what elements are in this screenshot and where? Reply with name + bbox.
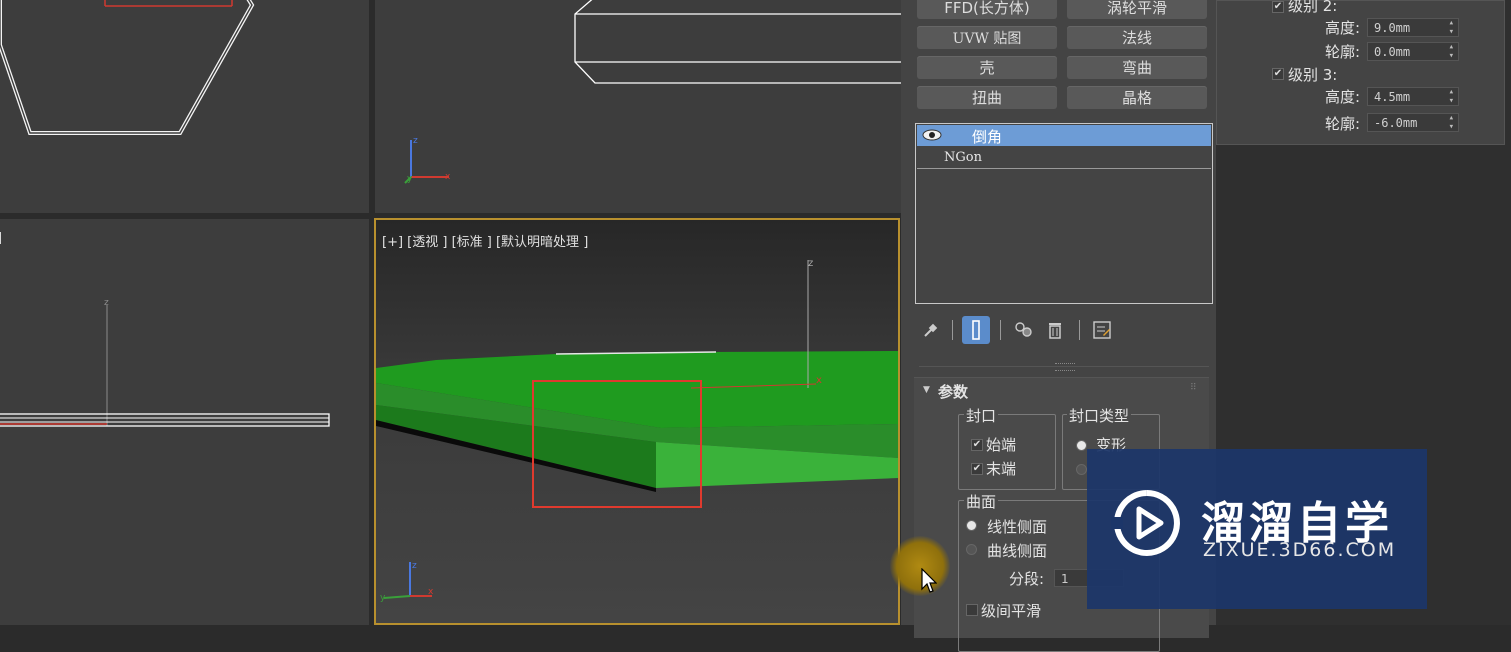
level3-outline-label: 轮廓:: [1325, 115, 1361, 133]
pin-icon[interactable]: [917, 316, 945, 344]
cap-end-checkbox[interactable]: ✔: [971, 463, 983, 475]
smooth-across-levels-checkbox[interactable]: [966, 604, 978, 616]
show-end-result-icon[interactable]: [962, 316, 990, 344]
spinner-arrows-icon[interactable]: ▴ ▾: [1449, 88, 1454, 106]
perspective-axis-gizmo: z x y: [380, 561, 434, 603]
stack-divider: [917, 168, 1211, 169]
toolbar-separator: [1000, 320, 1001, 340]
viewport-perspective[interactable]: [+] [透视 ] [标准 ] [默认明暗处理 ] z x z x y: [374, 218, 900, 625]
cap-type-grid-radio[interactable]: [1076, 464, 1087, 475]
level2-height-label: 高度:: [1325, 19, 1361, 37]
perspective-scene: z x: [376, 258, 898, 508]
linear-sides-radio[interactable]: [966, 520, 977, 531]
normal-button[interactable]: 法线: [1067, 26, 1207, 49]
stack-item-ngon[interactable]: NGon: [944, 150, 982, 165]
remove-modifier-icon[interactable]: [1041, 316, 1069, 344]
rollout-drag-icon: ⠿: [1190, 383, 1197, 393]
spinner-arrows-icon[interactable]: ▴ ▾: [1449, 19, 1454, 37]
parameters-title[interactable]: 参数: [938, 381, 968, 402]
level2-label: 级别 2:: [1288, 0, 1338, 15]
cap-start-label: 始端: [986, 436, 1017, 454]
front-axis-gizmo: z x y: [404, 136, 451, 184]
cap-type-morph-radio[interactable]: [1076, 440, 1087, 451]
top-view-geometry: [0, 0, 255, 135]
configure-sets-icon[interactable]: [1088, 316, 1116, 344]
modifier-stack[interactable]: 倒角 NGon: [915, 123, 1213, 304]
make-unique-icon[interactable]: [1010, 316, 1038, 344]
level2-outline-label: 轮廓:: [1325, 43, 1361, 61]
turbosmooth-button[interactable]: 涡轮平滑: [1067, 0, 1207, 19]
level2-height-spinner[interactable]: 9.0mm ▴ ▾: [1367, 18, 1459, 37]
stack-item-bevel[interactable]: 倒角: [917, 125, 1211, 146]
persp-axis-x-label: x: [428, 587, 434, 597]
persp-axis-y-label: y: [380, 593, 386, 603]
level2-height-value: 9.0mm: [1374, 21, 1411, 35]
cursor-highlight: [890, 536, 950, 596]
level2-outline-value: 0.0mm: [1374, 45, 1411, 59]
smooth-across-levels-label: 级间平滑: [981, 602, 1042, 620]
spinner-arrows-icon[interactable]: ▴ ▾: [1449, 43, 1454, 61]
viewport-top[interactable]: [0, 0, 369, 213]
left-view-geometry: z: [0, 298, 330, 427]
level3-height-value: 4.5mm: [1374, 90, 1411, 104]
level3-outline-spinner[interactable]: -6.0mm ▴ ▾: [1367, 113, 1459, 132]
ffd-box-button[interactable]: FFD(长方体): [917, 0, 1057, 19]
eye-icon[interactable]: [921, 127, 943, 143]
cap-end-label: 末端: [986, 460, 1017, 478]
level2-outline-spinner[interactable]: 0.0mm ▴ ▾: [1367, 42, 1459, 61]
front-axis-x-label: x: [445, 172, 451, 182]
persp-axis-z-label: z: [412, 561, 417, 571]
watermark-url: ZIXUE.3D66.COM: [1203, 539, 1397, 561]
surface-group-title: 曲面: [964, 491, 999, 512]
cap-type-group-title: 封口类型: [1067, 405, 1132, 426]
level2-checkbox[interactable]: ✔: [1272, 1, 1284, 13]
shell-button[interactable]: 壳: [917, 56, 1057, 79]
curved-sides-label: 曲线侧面: [987, 542, 1048, 560]
mouse-cursor-icon: [921, 568, 937, 593]
uvw-map-button[interactable]: UVW 贴图: [917, 26, 1057, 49]
level3-height-label: 高度:: [1325, 88, 1361, 106]
linear-sides-label: 线性侧面: [987, 518, 1048, 536]
rollout-grip[interactable]: [1055, 363, 1075, 371]
level3-checkbox[interactable]: ✔: [1272, 68, 1284, 80]
bevel-values-rollout: ✔ 级别 2: 高度: 9.0mm ▴ ▾ 轮廓: 0.0mm ▴ ▾ ✔ 级别 3: …: [1216, 0, 1505, 145]
bend-button[interactable]: 弯曲: [1067, 56, 1207, 79]
level3-height-spinner[interactable]: 4.5mm ▴ ▾: [1367, 87, 1459, 106]
front-axis-y-label: y: [407, 174, 413, 184]
stack-item-bevel-label: 倒角: [972, 128, 1003, 146]
segments-label: 分段:: [1009, 570, 1045, 588]
watermark: 溜溜自学 ZIXUE.3D66.COM: [1087, 449, 1427, 609]
viewport-left[interactable]: ] z: [0, 219, 369, 625]
watermark-logo-icon: [1111, 490, 1180, 556]
left-gizmo-z-label: z: [104, 298, 109, 308]
cap-group-title: 封口: [964, 405, 999, 426]
twist-button[interactable]: 扭曲: [917, 86, 1057, 109]
toolbar-separator: [952, 320, 953, 340]
front-axis-z-label: z: [413, 136, 418, 146]
curved-sides-radio[interactable]: [966, 544, 977, 555]
cap-start-checkbox[interactable]: ✔: [971, 439, 983, 451]
toolbar-separator: [1079, 320, 1080, 340]
lattice-button[interactable]: 晶格: [1067, 86, 1207, 109]
rollout-collapse-icon[interactable]: ▼: [923, 385, 930, 395]
level3-outline-value: -6.0mm: [1374, 116, 1418, 130]
spinner-arrows-icon[interactable]: ▴ ▾: [1449, 114, 1454, 132]
persp-gizmo-x-label: x: [816, 375, 822, 386]
persp-gizmo-z-label: z: [808, 258, 813, 269]
stack-toolbar: [917, 316, 1117, 344]
level3-label: 级别 3:: [1288, 66, 1338, 84]
viewport-front[interactable]: z x y: [375, 0, 901, 213]
